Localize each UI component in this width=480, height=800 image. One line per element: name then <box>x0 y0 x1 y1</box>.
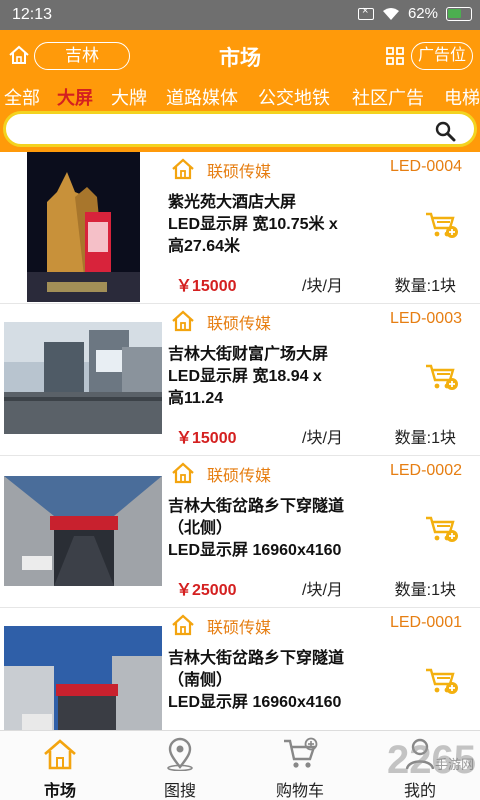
company-name: 联硕传媒 <box>207 316 272 333</box>
add-to-cart-icon[interactable] <box>424 210 458 240</box>
listing-title-line: 吉林大街岔路乡下穿隧道 <box>168 650 345 667</box>
battery-icon <box>446 6 472 21</box>
listing-quantity: 数量:1块 <box>394 430 456 447</box>
listing-quantity: 数量:1块 <box>394 582 456 599</box>
tab-community-ads[interactable]: 社区广告 <box>352 84 424 110</box>
listing-image <box>4 626 162 730</box>
add-to-cart-icon[interactable] <box>424 362 458 392</box>
nav-label: 图搜 <box>163 783 196 800</box>
listing-title-line: （南侧） <box>168 672 233 689</box>
listing-title-line: 吉林大街财富广场大屏 <box>168 346 329 363</box>
listing-title: 紫光苑大酒店大屏 LED显示屏 宽10.75米 x 高27.64米 <box>168 192 378 258</box>
listing-item[interactable]: 联硕传媒 LED-0001 吉林大街岔路乡下穿隧道 （南侧） LED显示屏 16… <box>0 608 480 730</box>
map-pin-icon <box>167 737 193 771</box>
tab-all[interactable]: 全部 <box>4 84 40 110</box>
listing-price: ￥15000 <box>176 278 237 295</box>
listing-title: 吉林大街财富广场大屏 LED显示屏 宽18.94 x 高11.24 <box>168 344 378 410</box>
add-to-cart-icon[interactable] <box>424 666 458 696</box>
company-home-icon <box>172 158 194 180</box>
tab-big-screen[interactable]: 大屏 <box>57 84 93 110</box>
company-home-icon <box>172 310 194 332</box>
listing-title-line: LED显示屏 宽18.94 x <box>168 368 322 385</box>
listing-title-line: 紫光苑大酒店大屏 <box>168 194 297 211</box>
listing-quantity: 数量:1块 <box>394 278 456 295</box>
listing-title: 吉林大街岔路乡下穿隧道 （北侧） LED显示屏 16960x4160 <box>168 496 378 562</box>
nav-market[interactable]: 市场 <box>0 731 120 800</box>
search-input[interactable] <box>20 118 420 142</box>
listing-image <box>27 152 140 302</box>
listing-image <box>4 476 162 586</box>
listing-code: LED-0001 <box>389 614 462 631</box>
battery-percent: 62% <box>407 5 438 22</box>
listing-title-line: LED显示屏 宽10.75米 x <box>168 216 338 233</box>
nav-image-search[interactable]: 图搜 <box>120 731 240 800</box>
listing-image <box>4 322 162 434</box>
no-sim-icon <box>357 5 374 20</box>
tab-elevator[interactable]: 电梯 <box>444 84 480 110</box>
listing-item[interactable]: 联硕传媒 LED-0003 吉林大街财富广场大屏 LED显示屏 宽18.94 x… <box>0 304 480 456</box>
nav-cart[interactable]: 购物车 <box>240 731 360 800</box>
search-box <box>3 111 477 147</box>
cart-icon <box>284 737 318 768</box>
company-name: 联硕传媒 <box>207 620 272 637</box>
status-bar: 12:13 62% <box>0 0 480 30</box>
listing-title-line: 吉林大街岔路乡下穿隧道 <box>168 498 345 515</box>
add-to-cart-icon[interactable] <box>424 514 458 544</box>
tab-billboard[interactable]: 大牌 <box>111 84 147 110</box>
tab-road-media[interactable]: 道路媒体 <box>166 84 238 110</box>
ad-slot-button[interactable]: 广告位 <box>411 42 473 70</box>
listing-code: LED-0004 <box>389 158 462 175</box>
listing-title-line: LED显示屏 16960x4160 <box>168 542 342 559</box>
listing-code: LED-0003 <box>389 310 462 327</box>
listing-item[interactable]: 联硕传媒 LED-0002 吉林大街岔路乡下穿隧道 （北侧） LED显示屏 16… <box>0 456 480 608</box>
search-icon[interactable] <box>434 120 456 142</box>
listing-unit: /块/月 <box>302 278 343 295</box>
nav-label: 购物车 <box>275 783 324 800</box>
listing-unit: /块/月 <box>302 582 343 599</box>
listing-unit: /块/月 <box>302 430 343 447</box>
listing-price: ￥15000 <box>176 430 237 447</box>
company-name: 联硕传媒 <box>207 164 272 181</box>
category-tabs: 全部 大屏 大牌 道路媒体 公交地铁 社区广告 电梯 <box>0 82 480 110</box>
listing-item[interactable]: 联硕传媒 LED-0004 紫光苑大酒店大屏 LED显示屏 宽10.75米 x … <box>0 152 480 304</box>
company-name: 联硕传媒 <box>207 468 272 485</box>
search-bar <box>0 110 480 152</box>
listing-title-line: 高27.64米 <box>168 238 241 255</box>
watermark-subtext: 手游网 <box>434 757 474 772</box>
listing-code: LED-0002 <box>389 462 462 479</box>
company-home-icon <box>172 462 194 484</box>
app-header: 吉林 市场 广告位 <box>0 30 480 82</box>
status-icons: 62% <box>357 5 472 22</box>
wifi-icon <box>382 7 399 20</box>
listing-title: 吉林大街岔路乡下穿隧道 （南侧） LED显示屏 16960x4160 <box>168 648 378 714</box>
listing-title-line: 高11.24 <box>168 390 224 407</box>
company-home-icon <box>172 614 194 636</box>
status-time: 12:13 <box>12 6 53 23</box>
listing-title-line: （北侧） <box>168 520 233 537</box>
tab-bus-metro[interactable]: 公交地铁 <box>258 84 330 110</box>
grid-icon[interactable] <box>386 47 404 65</box>
home-icon[interactable] <box>8 44 30 66</box>
listing-price: ￥25000 <box>176 582 237 599</box>
nav-label: 市场 <box>43 783 76 800</box>
listing-title-line: LED显示屏 16960x4160 <box>168 694 342 711</box>
home-icon <box>44 739 76 770</box>
city-selector-button[interactable]: 吉林 <box>34 42 130 70</box>
